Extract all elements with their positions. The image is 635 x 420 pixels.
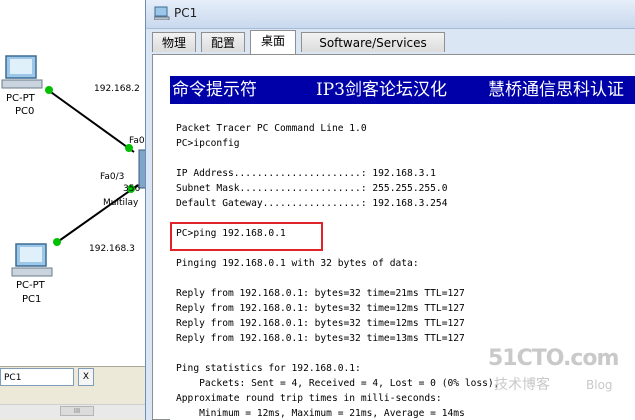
- switch-type-label: Multilay: [103, 198, 139, 208]
- link-pc0-switch[interactable]: [47, 89, 135, 153]
- tab-software-services[interactable]: Software/Services: [301, 32, 445, 52]
- header-credit-2: 慧桥通信思科认证: [488, 80, 624, 100]
- topology-links: [1, 55, 150, 277]
- window-titlebar[interactable]: PC1: [146, 0, 635, 29]
- output-line: Packet Tracer PC Command Line 1.0: [176, 123, 367, 134]
- pc-window-icon: [154, 6, 170, 20]
- window-tabs: 物理 配置 桌面 Software/Services: [152, 30, 632, 54]
- output-line: Packets: Sent = 4, Received = 4, Lost = …: [176, 378, 500, 389]
- window-title: PC1: [174, 6, 198, 20]
- output-line: PC>ipconfig: [176, 138, 240, 149]
- command-prompt-header: 命令提示符 IP3剑客论坛汉化 慧桥通信思科认证: [170, 76, 635, 104]
- reply-line: Reply from 192.168.0.1: bytes=32 time=12…: [176, 318, 465, 329]
- watermark: 51CTO.com 技术博客 Blog: [488, 346, 635, 406]
- watermark-blog: Blog: [586, 378, 613, 392]
- pc0-icon[interactable]: [1, 55, 43, 89]
- topology-canvas[interactable]: PC-PT PC0 PC-PT PC1 192.168.2 Fa0 Fa0/3 …: [0, 0, 150, 420]
- link-status-pc0: [45, 86, 53, 94]
- pc1-ip-label: 192.168.3: [89, 244, 135, 254]
- output-line: IP Address......................: 192.16…: [176, 168, 436, 179]
- link-status-pc1: [53, 238, 61, 246]
- switch-port-top-label: Fa0: [129, 136, 145, 146]
- reply-line: Reply from 192.168.0.1: bytes=32 time=21…: [176, 288, 465, 299]
- reply-line: Reply from 192.168.0.1: bytes=32 time=12…: [176, 303, 465, 314]
- pc1-type-label: PC-PT: [16, 280, 45, 291]
- pc0-type-label: PC-PT: [6, 93, 35, 104]
- switch-model-label: 356: [123, 184, 141, 194]
- ping-highlight-box: [170, 222, 323, 251]
- bottom-tab-pc1[interactable]: PC1: [0, 368, 74, 386]
- tab-desktop[interactable]: 桌面: [250, 30, 296, 54]
- watermark-main: 51CTO.com: [488, 346, 619, 371]
- pc1-name-label: PC1: [22, 294, 42, 305]
- output-line: Approximate round trip times in milli-se…: [176, 393, 442, 404]
- pc0-ip-label: 192.168.2: [94, 84, 140, 94]
- output-line: Default Gateway.................: 192.16…: [176, 198, 448, 209]
- pc0-name-label: PC0: [15, 106, 35, 117]
- switch-port-left-label: Fa0/3: [100, 172, 125, 182]
- scrollbar-thumb[interactable]: III: [60, 406, 94, 416]
- header-credit-1: IP3剑客论坛汉化: [316, 80, 447, 100]
- output-line: Minimum = 12ms, Maximum = 21ms, Average …: [176, 408, 465, 419]
- output-line: Subnet Mask.....................: 255.25…: [176, 183, 448, 194]
- tab-physical[interactable]: 物理: [152, 32, 196, 52]
- tab-config[interactable]: 配置: [201, 32, 245, 52]
- bottom-close-button[interactable]: X: [78, 368, 94, 386]
- output-line: Ping statistics for 192.168.0.1:: [176, 363, 361, 374]
- command-prompt-title: 命令提示符: [172, 80, 257, 100]
- reply-line: Reply from 192.168.0.1: bytes=32 time=13…: [176, 333, 465, 344]
- pc1-icon[interactable]: [11, 243, 53, 277]
- watermark-sub: 技术博客: [494, 377, 550, 393]
- output-line: Pinging 192.168.0.1 with 32 bytes of dat…: [176, 258, 419, 269]
